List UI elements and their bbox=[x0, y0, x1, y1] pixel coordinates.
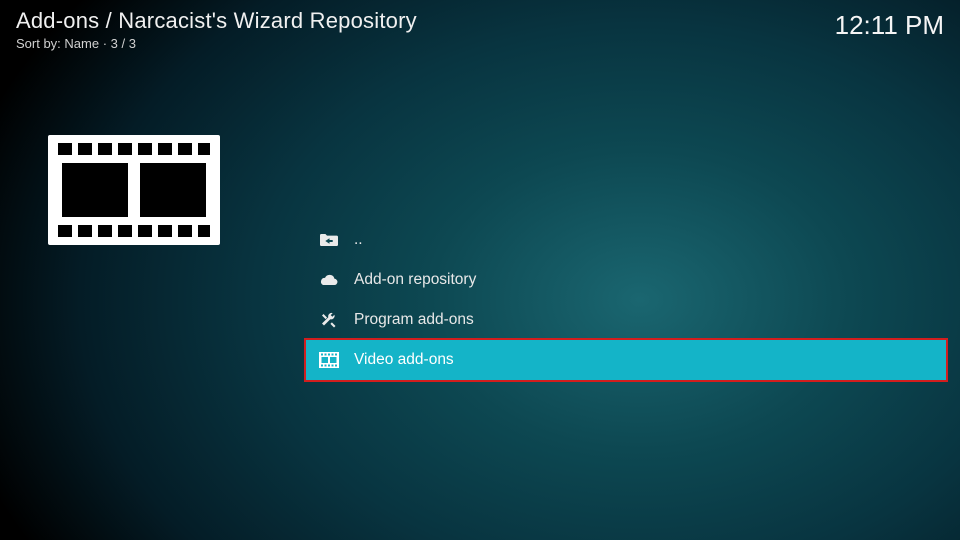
cloud-icon bbox=[318, 273, 340, 287]
list-item-label: Video add-ons bbox=[354, 351, 454, 369]
category-list: .. Add-on repository Program add-ons Vid… bbox=[306, 220, 946, 380]
list-item-label: .. bbox=[354, 231, 363, 249]
clock: 12:11 PM bbox=[835, 10, 944, 41]
tools-icon bbox=[318, 311, 340, 329]
breadcrumb: Add-ons / Narcacist's Wizard Repository bbox=[16, 8, 417, 34]
sort-prefix: Sort by: bbox=[16, 36, 64, 51]
folder-back-icon bbox=[318, 232, 340, 248]
count-sep: · bbox=[99, 36, 111, 51]
list-item-label: Program add-ons bbox=[354, 311, 474, 329]
header-left: Add-ons / Narcacist's Wizard Repository … bbox=[16, 8, 417, 51]
list-item-addon-repository[interactable]: Add-on repository bbox=[306, 260, 946, 300]
list-item-program-addons[interactable]: Program add-ons bbox=[306, 300, 946, 340]
header: Add-ons / Narcacist's Wizard Repository … bbox=[16, 8, 944, 51]
list-item-video-addons[interactable]: Video add-ons bbox=[306, 340, 946, 380]
film-icon bbox=[318, 352, 340, 368]
sort-info: Sort by: Name · 3 / 3 bbox=[16, 36, 417, 51]
list-item-parent[interactable]: .. bbox=[306, 220, 946, 260]
item-count: 3 / 3 bbox=[111, 36, 136, 51]
sort-field[interactable]: Name bbox=[64, 36, 99, 51]
category-film-icon bbox=[48, 135, 220, 245]
list-item-label: Add-on repository bbox=[354, 271, 476, 289]
